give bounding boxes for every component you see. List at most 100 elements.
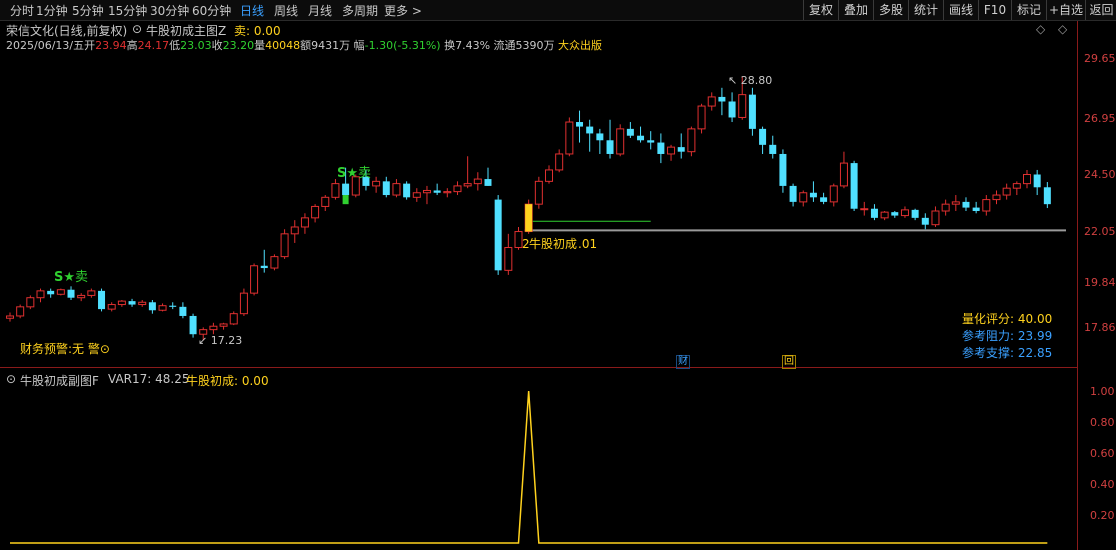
candle-body: [463, 183, 472, 187]
price-tick: 17.86: [1084, 321, 1116, 334]
f10-button[interactable]: F10: [978, 0, 1011, 20]
price-tick: 19.84: [1084, 276, 1116, 289]
support-label: 参考支撑:: [962, 346, 1015, 360]
draw-line-button[interactable]: 画线: [943, 0, 978, 20]
candle-body: [820, 197, 828, 202]
candle-body: [677, 147, 685, 152]
candle-body: [637, 135, 645, 141]
candle-body: [239, 292, 248, 315]
tab-more[interactable]: 更多 >: [384, 2, 422, 19]
tab-timeshare[interactable]: 分时: [10, 2, 34, 19]
candle-body: [504, 247, 513, 271]
candle-body: [77, 294, 86, 299]
statistics-button[interactable]: 统计: [908, 0, 943, 20]
adjust-button[interactable]: 复权: [803, 0, 838, 20]
axis-divider: [1077, 21, 1078, 550]
candle-body: [494, 199, 502, 271]
candle-body: [941, 203, 950, 212]
candle-body: [891, 212, 899, 216]
tab-monthly[interactable]: 月线: [308, 2, 332, 19]
candle-body: [931, 210, 940, 226]
tab-60min[interactable]: 60分钟: [192, 2, 231, 19]
candle-body: [534, 180, 543, 205]
candle-body: [189, 315, 197, 335]
candle-body: [128, 301, 136, 305]
tab-5min[interactable]: 5分钟: [72, 2, 104, 19]
signal-candle: [525, 204, 533, 232]
candle-body: [169, 305, 177, 307]
candle-body: [107, 304, 116, 310]
quant-score: 量化评分: 40.00: [962, 310, 1052, 327]
high-price-value: 28.80: [740, 74, 773, 87]
sell-signal-s: S: [337, 166, 347, 181]
reference-support: 参考支撑: 22.85: [962, 344, 1052, 361]
quant-score-value: 40.00: [1017, 312, 1053, 326]
candle-body: [300, 217, 309, 228]
tab-weekly[interactable]: 周线: [274, 2, 298, 19]
candle-body: [880, 211, 889, 219]
candle-body: [647, 140, 655, 143]
warning-icon: ⊙: [99, 342, 110, 356]
candle-body: [1012, 183, 1021, 189]
candle-body: [250, 265, 259, 294]
candle-body: [433, 190, 441, 193]
timeframe-toolbar: 分时 1分钟 5分钟 15分钟 30分钟 60分钟 日线 周线 月线 多周期 更…: [0, 0, 1116, 21]
finance-badge[interactable]: 财: [676, 355, 690, 369]
candle-body: [1033, 174, 1041, 188]
multi-stock-button[interactable]: 多股: [873, 0, 908, 20]
candle-body: [514, 231, 523, 249]
price-tick: 24.50: [1084, 168, 1116, 181]
candle-body: [565, 121, 574, 155]
candle-body: [769, 144, 777, 154]
tab-15min[interactable]: 15分钟: [108, 2, 147, 19]
sell-signal-text: 卖: [75, 270, 89, 285]
candle-body: [1023, 174, 1031, 185]
candle-body: [16, 306, 25, 317]
star-icon: ★: [346, 166, 359, 181]
candle-body: [900, 209, 909, 217]
tab-30min[interactable]: 30分钟: [150, 2, 189, 19]
sub-tick: 0.20: [1090, 509, 1115, 522]
resistance-value: 23.99: [1017, 329, 1053, 343]
price-tick: 26.95: [1084, 112, 1116, 125]
back-button[interactable]: 返回: [1085, 0, 1116, 20]
financial-warning: 财务预警:无 警⊙: [20, 340, 110, 357]
tab-multi-period[interactable]: 多周期: [342, 2, 378, 19]
candle-body: [728, 101, 736, 118]
add-watchlist-button[interactable]: +自选: [1046, 0, 1085, 20]
candle-body: [860, 208, 869, 211]
sub-indicator-chart[interactable]: [0, 369, 1077, 550]
candle-body: [6, 315, 14, 319]
buyback-badge[interactable]: 回: [782, 355, 796, 369]
candle-body: [270, 256, 279, 269]
candle-body: [759, 128, 767, 145]
overlay-button[interactable]: 叠加: [838, 0, 873, 20]
candle-body: [748, 94, 756, 129]
reference-resistance: 参考阻力: 23.99: [962, 327, 1052, 344]
candle-body: [779, 153, 787, 186]
sell-signal-s: S: [54, 270, 64, 285]
tab-1min[interactable]: 1分钟: [36, 2, 68, 19]
sub-tick: 0.80: [1090, 416, 1115, 429]
warning-value: 无 警: [72, 342, 100, 356]
candle-body: [158, 305, 167, 311]
price-tick: 29.65: [1084, 52, 1116, 65]
candle-body: [87, 290, 96, 296]
candle-body: [372, 180, 381, 187]
mark-button[interactable]: 标记: [1011, 0, 1046, 20]
candle-body: [382, 181, 390, 196]
high-price-marker: ↖ 28.80: [728, 74, 773, 87]
candle-body: [443, 191, 452, 194]
tab-daily[interactable]: 日线: [240, 2, 264, 19]
candlestick-chart[interactable]: [0, 21, 1077, 367]
candle-body: [616, 128, 625, 155]
candle-body: [992, 194, 1001, 201]
candle-body: [738, 94, 747, 118]
candle-body: [951, 201, 960, 205]
candle-body: [1002, 187, 1011, 196]
candle-body: [219, 323, 228, 327]
candle-body: [839, 162, 848, 187]
sell-signal-marker: S★卖: [337, 162, 371, 181]
candle-body: [290, 226, 299, 235]
sell-signal-marker: S★卖: [54, 266, 88, 285]
